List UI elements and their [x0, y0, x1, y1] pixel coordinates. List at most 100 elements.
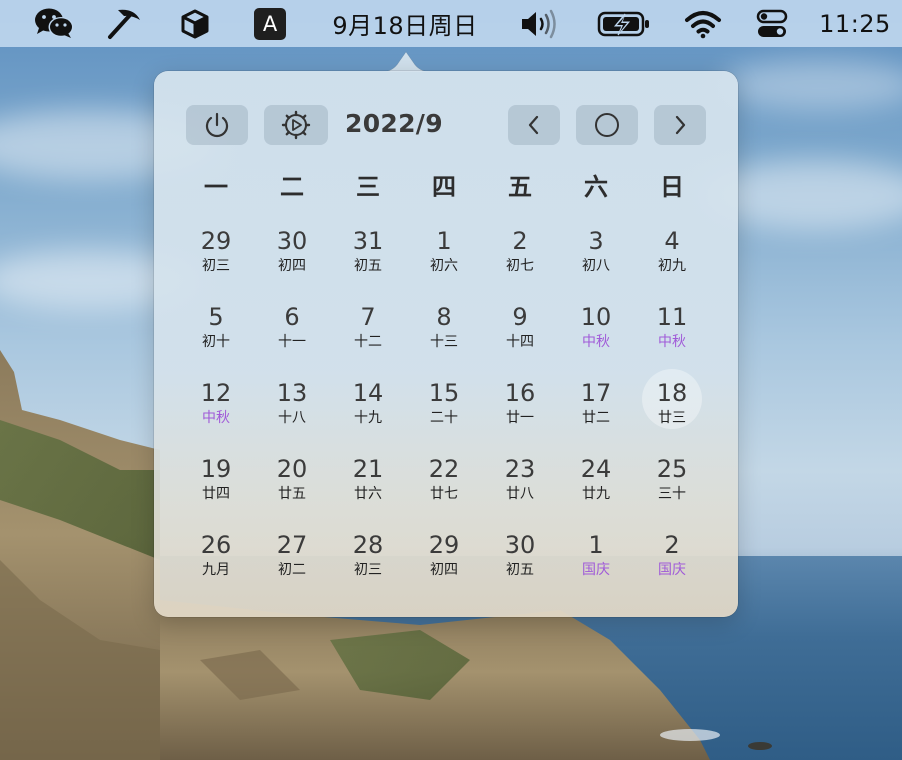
day-cell[interactable]: 23 廿八 — [482, 447, 558, 523]
day-number: 2 — [512, 227, 528, 255]
holiday-label: 中秋 — [202, 410, 230, 426]
battery-charging-icon[interactable] — [596, 0, 652, 47]
lunar-date: 初八 — [582, 258, 610, 274]
day-cell[interactable]: 27 初二 — [254, 523, 330, 599]
lunar-date: 廿二 — [582, 410, 610, 426]
day-cell[interactable]: 19 廿四 — [178, 447, 254, 523]
calendar-popover: 2022/9 一 二 三 四 五 六 日 29 初三 30 初四 31 初五 1 初六 2 初七 3… — [154, 71, 738, 617]
calendar-month-title: 2022/9 — [345, 109, 443, 138]
lunar-date: 廿一 — [506, 410, 534, 426]
day-cell[interactable]: 29 初三 — [178, 219, 254, 295]
volume-icon[interactable] — [516, 0, 560, 47]
day-cell[interactable]: 1 国庆 — [558, 523, 634, 599]
day-cell[interactable]: 2 初七 — [482, 219, 558, 295]
weekday-label: 二 — [280, 173, 304, 201]
input-method-label: A — [254, 7, 286, 40]
lunar-date: 十八 — [278, 410, 306, 426]
settings-button[interactable] — [264, 105, 328, 145]
day-cell[interactable]: 25 三十 — [634, 447, 710, 523]
box-icon[interactable] — [175, 0, 215, 47]
day-cell[interactable]: 24 廿九 — [558, 447, 634, 523]
lunar-date: 初二 — [278, 562, 306, 578]
day-cell[interactable]: 22 廿七 — [406, 447, 482, 523]
day-cell[interactable]: 1 初六 — [406, 219, 482, 295]
day-cell[interactable]: 20 廿五 — [254, 447, 330, 523]
control-center-icon[interactable] — [752, 0, 792, 47]
day-cell-today[interactable]: 18 廿三 — [634, 369, 710, 447]
day-number: 4 — [664, 227, 680, 255]
day-number: 11 — [656, 303, 688, 331]
day-cell[interactable]: 30 初四 — [254, 219, 330, 295]
day-number: 9 — [512, 303, 528, 331]
day-number: 15 — [428, 379, 460, 407]
day-number: 30 — [276, 227, 308, 255]
day-number: 28 — [352, 531, 384, 559]
prev-month-button[interactable] — [508, 105, 560, 145]
day-number: 2 — [664, 531, 680, 559]
settings-icon — [281, 110, 311, 140]
day-number: 12 — [200, 379, 232, 407]
day-cell[interactable]: 3 初八 — [558, 219, 634, 295]
day-number: 25 — [656, 455, 688, 483]
menubar-date[interactable]: 9月18日周日 — [322, 0, 488, 47]
menubar-clock[interactable]: 11:25 — [814, 0, 896, 47]
day-cell[interactable]: 31 初五 — [330, 219, 406, 295]
lunar-date: 廿六 — [354, 486, 382, 502]
lunar-date: 初五 — [506, 562, 534, 578]
day-cell[interactable]: 12 中秋 — [178, 371, 254, 447]
lunar-date: 初十 — [202, 334, 230, 350]
lunar-date: 初四 — [430, 562, 458, 578]
next-month-button[interactable] — [654, 105, 706, 145]
lunar-date: 初七 — [506, 258, 534, 274]
circle-icon — [595, 113, 619, 137]
day-number: 29 — [428, 531, 460, 559]
day-cell[interactable]: 14 十九 — [330, 371, 406, 447]
lunar-date: 三十 — [658, 486, 686, 502]
holiday-label: 中秋 — [582, 334, 610, 350]
day-number: 1 — [436, 227, 452, 255]
day-cell[interactable]: 16 廿一 — [482, 371, 558, 447]
day-cell[interactable]: 11 中秋 — [634, 295, 710, 371]
day-number: 1 — [588, 531, 604, 559]
day-cell[interactable]: 6 十一 — [254, 295, 330, 371]
lunar-date: 十一 — [278, 334, 306, 350]
lunar-date: 九月 — [202, 562, 230, 578]
day-number: 29 — [200, 227, 232, 255]
day-cell[interactable]: 26 九月 — [178, 523, 254, 599]
weekday-label: 三 — [356, 173, 380, 201]
weekday-label: 四 — [432, 173, 456, 201]
day-cell[interactable]: 7 十二 — [330, 295, 406, 371]
wifi-icon[interactable] — [682, 0, 724, 47]
wechat-icon[interactable] — [32, 0, 76, 47]
day-cell[interactable]: 17 廿二 — [558, 371, 634, 447]
input-method-icon[interactable]: A — [252, 0, 288, 47]
day-number: 26 — [200, 531, 232, 559]
lunar-date: 廿九 — [582, 486, 610, 502]
day-cell[interactable]: 2 国庆 — [634, 523, 710, 599]
today-button[interactable] — [576, 105, 638, 145]
day-number: 17 — [580, 379, 612, 407]
day-cell[interactable]: 21 廿六 — [330, 447, 406, 523]
day-cell[interactable]: 30 初五 — [482, 523, 558, 599]
day-number: 21 — [352, 455, 384, 483]
popover-arrow — [381, 51, 431, 72]
day-cell[interactable]: 13 十八 — [254, 371, 330, 447]
day-cell[interactable]: 4 初九 — [634, 219, 710, 295]
day-cell[interactable]: 28 初三 — [330, 523, 406, 599]
day-number: 16 — [504, 379, 536, 407]
day-cell[interactable]: 15 二十 — [406, 371, 482, 447]
day-number: 13 — [276, 379, 308, 407]
day-cell[interactable]: 9 十四 — [482, 295, 558, 371]
day-cell[interactable]: 29 初四 — [406, 523, 482, 599]
day-number: 8 — [436, 303, 452, 331]
power-button[interactable] — [186, 105, 248, 145]
chevron-left-icon — [528, 115, 539, 135]
day-cell[interactable]: 8 十三 — [406, 295, 482, 371]
lunar-date: 廿七 — [430, 486, 458, 502]
day-cell[interactable]: 5 初十 — [178, 295, 254, 371]
day-cell[interactable]: 10 中秋 — [558, 295, 634, 371]
pickaxe-icon[interactable] — [104, 0, 144, 47]
lunar-date: 初五 — [354, 258, 382, 274]
day-number: 18 — [656, 379, 688, 407]
lunar-date: 廿三 — [658, 410, 686, 426]
